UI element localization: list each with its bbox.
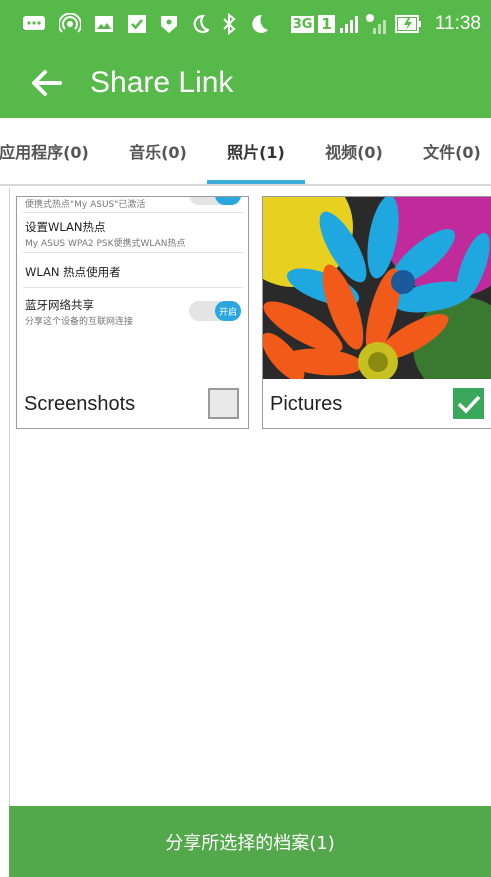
flowers-thumbnail: [263, 197, 491, 379]
bluetooth-icon: [222, 12, 236, 36]
tab-photos[interactable]: 照片(1): [207, 118, 305, 184]
album-thumbnail: 便携式热点"My ASUS"已激活 设置WLAN热点 My ASUS WPA2 …: [17, 197, 248, 377]
moon-icon: [191, 12, 209, 36]
tab-files[interactable]: 文件(0): [404, 118, 491, 184]
gallery-icon: [94, 12, 114, 36]
check-icon: [457, 395, 480, 414]
album-card-screenshots[interactable]: 便携式热点"My ASUS"已激活 设置WLAN热点 My ASUS WPA2 …: [16, 196, 249, 429]
share-selected-button[interactable]: 分享所选择的档案(1): [9, 806, 491, 877]
category-tabs: 应用程序(0) 音乐(0) 照片(1) 视频(0) 文件(0): [0, 118, 491, 186]
tab-music[interactable]: 音乐(0): [110, 118, 206, 184]
battery-charging-icon: [394, 12, 423, 36]
page-title: Share Link: [90, 66, 234, 99]
status-bar: 3G 1 11:38: [0, 0, 491, 48]
divider: [23, 252, 243, 253]
app-bar: Share Link: [0, 48, 491, 118]
back-button[interactable]: [22, 58, 72, 108]
divider: [23, 287, 243, 288]
moon-icon: [249, 12, 269, 36]
signal-icon: [339, 12, 361, 36]
divider: [23, 212, 243, 213]
checkbox-icon: [127, 12, 147, 36]
preview-text: 便携式热点"My ASUS"已激活: [25, 200, 146, 210]
message-icon: [22, 12, 46, 36]
preview-text: 设置WLAN热点: [25, 220, 106, 234]
album-card-pictures[interactable]: Pictures: [262, 196, 491, 429]
preview-text: WLAN 热点使用者: [25, 265, 121, 279]
status-time: 11:38: [434, 13, 481, 34]
tab-videos[interactable]: 视频(0): [306, 118, 402, 184]
hotspot-icon: [59, 12, 81, 36]
network-3g-icon: 3G: [290, 15, 315, 33]
arrow-left-icon: [32, 70, 62, 96]
preview-text: My ASUS WPA2 PSK便携式WLAN热点: [25, 239, 186, 249]
status-right: 3G 1 11:38: [290, 12, 481, 36]
album-checkbox[interactable]: [208, 388, 239, 419]
tab-apps[interactable]: 应用程序(0): [0, 118, 96, 184]
tab-indicator: [207, 180, 305, 184]
album-checkbox[interactable]: [453, 388, 484, 419]
album-name: Screenshots: [24, 393, 136, 415]
sim-1-icon: 1: [318, 12, 335, 36]
album-name: Pictures: [270, 393, 343, 415]
divider: [9, 188, 10, 808]
toggle-switch: 开启: [189, 301, 241, 321]
signal-off-icon: [365, 12, 389, 36]
shield-icon: [160, 12, 178, 36]
